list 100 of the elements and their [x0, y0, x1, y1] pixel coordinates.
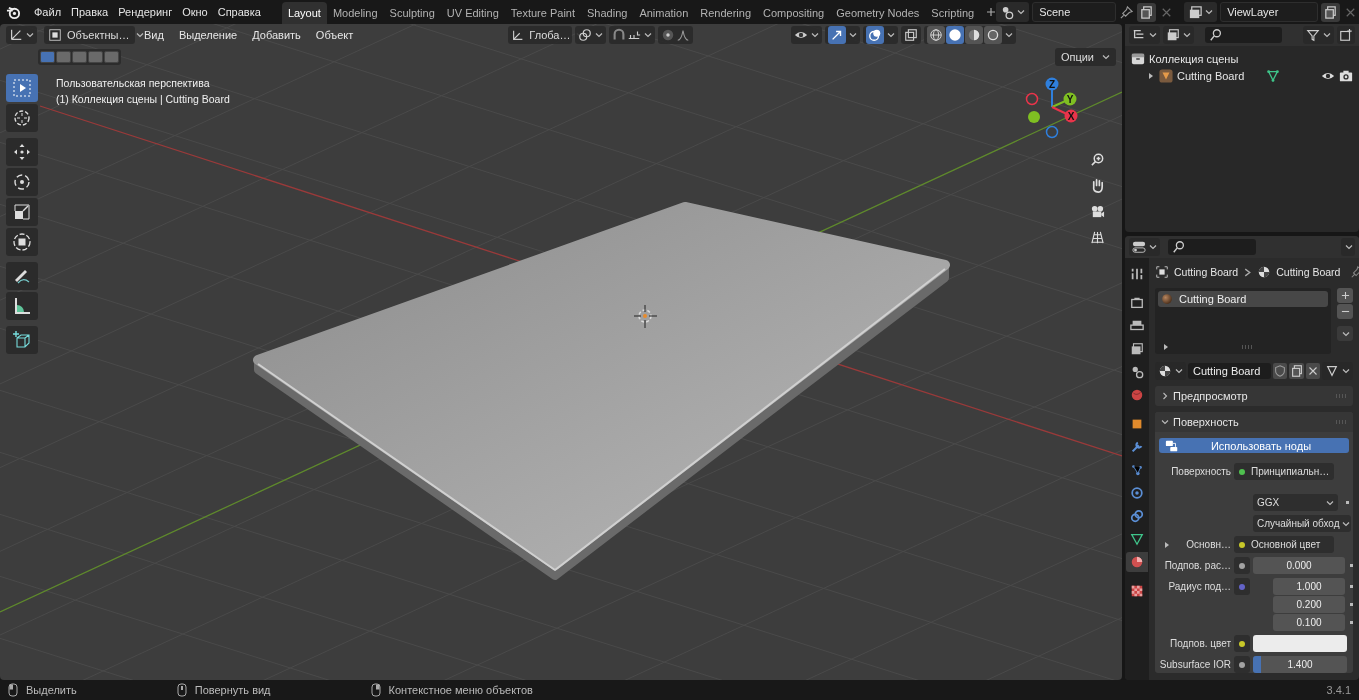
duplicate-button[interactable]	[1289, 363, 1304, 379]
scene-selector[interactable]	[996, 2, 1030, 22]
material-slot[interactable]: Cutting Board	[1158, 291, 1328, 307]
shading-button[interactable]	[984, 26, 1002, 44]
slot-menu-button[interactable]	[1337, 326, 1353, 341]
axis-handle[interactable]: Y	[1063, 92, 1077, 106]
axis-handle[interactable]	[1045, 125, 1059, 139]
options-dropdown[interactable]: Опции	[1054, 48, 1116, 66]
fake-user-button[interactable]	[1273, 363, 1288, 379]
drag-grip-icon[interactable]	[1335, 420, 1347, 424]
number-field[interactable]: 0.000	[1253, 557, 1345, 574]
use-nodes-button[interactable]: Использовать ноды	[1159, 438, 1349, 453]
outliner-item[interactable]: Коллекция сцены	[1149, 52, 1239, 65]
panel-header[interactable]: Поверхность	[1155, 412, 1353, 432]
menu-item[interactable]: Вид	[138, 29, 170, 41]
axis-handle[interactable]: Z	[1045, 77, 1059, 91]
menu-item[interactable]: Рендеринг	[113, 6, 178, 18]
workspace-tab[interactable]: Sculpting	[383, 2, 441, 24]
number-field[interactable]: 1.000	[1273, 578, 1345, 595]
workspace-tab[interactable]: Compositing	[757, 2, 831, 24]
workspace-tab[interactable]: UV Editing	[440, 2, 505, 24]
tool-button[interactable]	[6, 168, 38, 196]
remove-slot-button[interactable]	[1337, 304, 1353, 319]
color-swatch[interactable]	[1253, 635, 1347, 652]
copy-icon[interactable]	[1137, 2, 1157, 22]
snap-dropdown[interactable]	[609, 26, 656, 44]
tool-button[interactable]	[6, 104, 38, 132]
camera-icon[interactable]	[1339, 68, 1353, 83]
menu-item[interactable]: Окно	[177, 6, 213, 18]
dropdown[interactable]: GGX	[1253, 494, 1338, 511]
pin-icon[interactable]	[1119, 4, 1135, 20]
tool-button[interactable]	[6, 138, 38, 166]
editor-type-button[interactable]	[6, 26, 37, 44]
add-slot-button[interactable]	[1337, 288, 1353, 303]
overlay-toggle[interactable]	[863, 26, 898, 44]
view-layer-button[interactable]	[1163, 26, 1194, 44]
outliner-item[interactable]: Cutting Board	[1177, 69, 1245, 82]
shading-button[interactable]	[927, 26, 945, 44]
logo-icon[interactable]	[6, 4, 21, 20]
tool-button[interactable]	[6, 292, 38, 320]
scene-name-field[interactable]: Scene	[1032, 2, 1117, 22]
tool-button[interactable]	[6, 262, 38, 290]
copy-icon[interactable]	[1321, 2, 1341, 22]
menu-item[interactable]: Объект	[309, 29, 360, 41]
workspace-tab[interactable]: Rendering	[694, 2, 758, 24]
linked-input-field[interactable]: Принципиальн…	[1234, 463, 1334, 480]
tool-button[interactable]	[6, 74, 38, 102]
properties-tab[interactable]	[1126, 552, 1148, 572]
view-layer-selector[interactable]	[1184, 2, 1218, 22]
visibility-dropdown[interactable]	[791, 26, 822, 44]
drag-grip-icon[interactable]	[1335, 394, 1347, 398]
socket-button[interactable]	[1234, 557, 1250, 574]
menu-item[interactable]: Справка	[212, 6, 266, 18]
xray-toggle[interactable]	[901, 26, 921, 44]
tool-button[interactable]	[6, 228, 38, 256]
editor-type-button[interactable]	[1129, 238, 1160, 256]
menu-item[interactable]: Выделение	[172, 29, 244, 41]
pivot-dropdown[interactable]	[575, 26, 607, 44]
search-field[interactable]	[1168, 239, 1256, 255]
search-field[interactable]	[1205, 27, 1282, 43]
socket-button[interactable]	[1234, 635, 1250, 652]
axis-handle[interactable]: X	[1064, 109, 1078, 123]
expand-arrow-icon[interactable]	[1162, 343, 1170, 351]
unlink-button[interactable]	[1305, 363, 1320, 379]
number-field[interactable]: 0.200	[1273, 596, 1345, 613]
material-name-field[interactable]: Cutting Board	[1188, 363, 1272, 379]
shading-button[interactable]	[946, 26, 964, 44]
proportional-edit-button[interactable]	[658, 26, 694, 44]
new-collection-button[interactable]	[1337, 26, 1355, 44]
tool-button[interactable]	[6, 198, 38, 226]
dropdown[interactable]: Случайный обход	[1253, 515, 1351, 532]
menu-item[interactable]: Добавить	[246, 29, 307, 41]
view-layer-name-field[interactable]: ViewLayer	[1220, 2, 1319, 22]
workspace-tab[interactable]: Modeling	[326, 2, 384, 24]
options-dropdown[interactable]	[1341, 238, 1355, 256]
linked-input-field[interactable]: Основной цвет	[1234, 536, 1334, 553]
workspace-tab[interactable]: Shading	[581, 2, 634, 24]
workspace-tab[interactable]: Geometry Nodes	[830, 2, 926, 24]
number-field[interactable]: 0.100	[1273, 614, 1345, 631]
socket-button[interactable]	[1234, 656, 1250, 673]
shading-button[interactable]	[965, 26, 983, 44]
expand-arrow-icon[interactable]	[1163, 540, 1171, 549]
resize-grip-icon[interactable]	[1241, 345, 1253, 349]
menu-item[interactable]: Файл	[29, 6, 67, 18]
slider[interactable]: 1.400	[1253, 656, 1347, 673]
display-mode-button[interactable]	[1129, 26, 1160, 44]
workspace-tab[interactable]: Layout	[281, 2, 327, 24]
expand-arrow-icon[interactable]	[1147, 71, 1155, 80]
filter-button[interactable]	[1303, 26, 1334, 44]
mesh-data-icon[interactable]	[1266, 68, 1281, 83]
menu-item[interactable]: Правка	[66, 6, 114, 18]
gizmo-toggle[interactable]	[825, 26, 860, 44]
workspace-tab[interactable]: Animation	[633, 2, 695, 24]
axis-handle[interactable]	[1028, 111, 1040, 123]
tool-button[interactable]	[6, 326, 38, 354]
workspace-tab[interactable]: Texture Paint	[504, 2, 581, 24]
add-icon[interactable]	[986, 7, 997, 17]
axis-handle[interactable]	[1025, 92, 1039, 106]
workspace-tab[interactable]: Scripting	[925, 2, 981, 24]
panel-header[interactable]: Предпросмотр	[1155, 386, 1353, 406]
